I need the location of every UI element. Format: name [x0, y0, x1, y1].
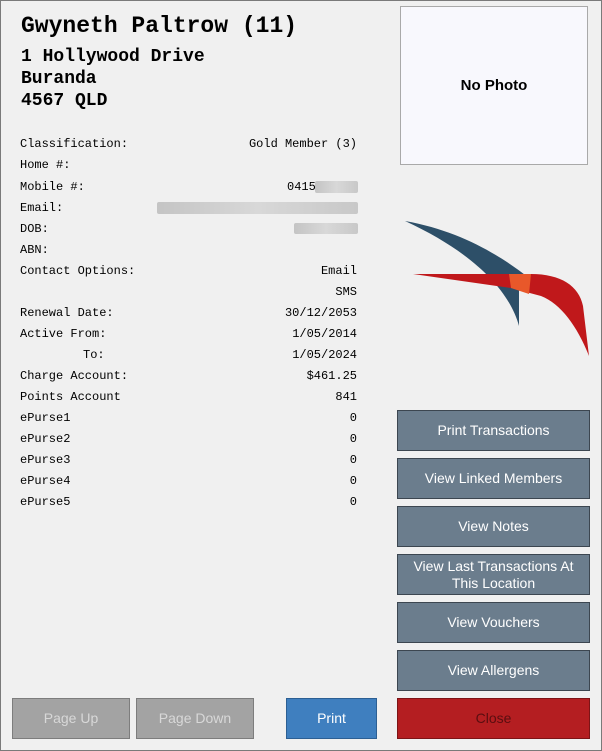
page-down-button[interactable]: Page Down — [136, 698, 254, 739]
view-notes-button[interactable]: View Notes — [397, 506, 590, 547]
renewal-date-value: 30/12/2053 — [284, 306, 357, 320]
address-line-2: Buranda — [21, 69, 97, 89]
contact-option-sms: SMS — [335, 285, 357, 299]
epurse4-value: 0 — [349, 474, 357, 488]
contact-options-label: Contact Options: — [20, 264, 136, 278]
charge-account-label: Charge Account: — [20, 369, 129, 383]
active-to-value: 1/05/2024 — [292, 348, 357, 362]
active-from-value: 1/05/2014 — [292, 327, 357, 341]
epurse5-value: 0 — [349, 495, 357, 509]
home-phone-label: Home #: — [20, 158, 71, 172]
points-account-value: 841 — [335, 390, 357, 404]
email-label: Email: — [20, 201, 64, 215]
close-button[interactable]: Close — [397, 698, 590, 739]
mobile-label: Mobile #: — [20, 180, 85, 194]
print-button[interactable]: Print — [286, 698, 377, 739]
epurse2-value: 0 — [349, 432, 357, 446]
no-photo-label: No Photo — [460, 77, 528, 94]
address-line-1: 1 Hollywood Drive — [21, 47, 205, 67]
epurse4-label: ePurse4 — [20, 474, 71, 488]
epurse5-label: ePurse5 — [20, 495, 71, 509]
page-up-button[interactable]: Page Up — [12, 698, 130, 739]
dob-label: DOB: — [20, 222, 49, 236]
epurse1-label: ePurse1 — [20, 411, 71, 425]
renewal-date-label: Renewal Date: — [20, 306, 114, 320]
email-redacted — [157, 202, 358, 214]
address-line-3: 4567 QLD — [21, 91, 108, 111]
epurse3-value: 0 — [349, 453, 357, 467]
bird-logo-icon — [405, 221, 589, 356]
points-account-label: Points Account — [20, 390, 121, 404]
member-photo: No Photo — [400, 6, 588, 165]
charge-account-value: $461.25 — [306, 369, 357, 383]
epurse2-label: ePurse2 — [20, 432, 71, 446]
abn-label: ABN: — [20, 243, 49, 257]
print-transactions-button[interactable]: Print Transactions — [397, 410, 590, 451]
classification-value: Gold Member (3) — [248, 137, 357, 151]
member-details-window: Gwyneth Paltrow (11) 1 Hollywood Drive B… — [0, 0, 602, 751]
dob-redacted — [294, 223, 358, 234]
member-name: Gwyneth Paltrow (11) — [21, 13, 298, 39]
view-linked-members-button[interactable]: View Linked Members — [397, 458, 590, 499]
view-allergens-button[interactable]: View Allergens — [397, 650, 590, 691]
classification-label: Classification: — [20, 137, 129, 151]
contact-option-email: Email — [320, 264, 357, 278]
epurse3-label: ePurse3 — [20, 453, 71, 467]
active-to-label: To: — [83, 348, 105, 362]
view-vouchers-button[interactable]: View Vouchers — [397, 602, 590, 643]
mobile-value: 0415 — [287, 180, 316, 194]
view-last-transactions-button[interactable]: View Last Transactions At This Location — [397, 554, 590, 595]
epurse1-value: 0 — [349, 411, 357, 425]
mobile-redacted — [315, 181, 358, 193]
active-from-label: Active From: — [20, 327, 107, 341]
